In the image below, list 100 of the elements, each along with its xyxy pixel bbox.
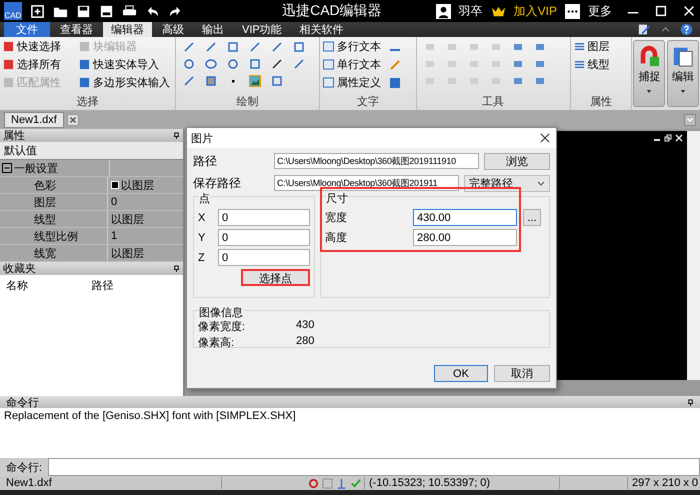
magnet-icon: [638, 45, 660, 67]
command-input[interactable]: [48, 458, 700, 476]
coordinate-field[interactable]: 0: [218, 229, 310, 246]
close-icon[interactable]: [540, 133, 550, 143]
rectangle-icon[interactable]: [270, 75, 283, 87]
tool-icon[interactable]: [512, 41, 524, 53]
ribbon-button[interactable]: 多边形实体输入: [79, 75, 171, 90]
ribbon-button[interactable]: 线型: [574, 57, 628, 72]
pin-icon[interactable]: [173, 265, 180, 272]
ribbon-button[interactable]: 选择所有: [3, 57, 79, 72]
text-icon: [323, 41, 334, 52]
coordinate-field[interactable]: 0: [218, 249, 310, 266]
chevron-icon[interactable]: [684, 114, 696, 126]
height-field[interactable]: 280.00: [413, 229, 517, 246]
pick-point-button[interactable]: 选择点: [241, 269, 310, 286]
ribbon-button[interactable]: 快速实体导入: [79, 57, 171, 72]
circle-icon[interactable]: [182, 58, 195, 70]
app-logo: CAD: [4, 2, 22, 20]
ribbon-large-button[interactable]: 编辑: [667, 40, 699, 107]
field-label: 宽度: [325, 210, 348, 225]
ribbon-large-button[interactable]: 捕捉: [633, 40, 666, 107]
line-icon[interactable]: [270, 41, 283, 53]
path-field[interactable]: C:\Users\Mloong\Desktop\360截图2019111910: [274, 153, 479, 169]
ribbon-button[interactable]: 快速选择: [3, 39, 79, 54]
pin-icon[interactable]: [687, 398, 694, 406]
browse-button[interactable]: 浏览: [484, 152, 550, 170]
vip-link[interactable]: 加入VIP: [514, 2, 557, 20]
ribbon-tab[interactable]: 查看器: [52, 22, 101, 37]
width-field[interactable]: 430.00: [413, 209, 517, 226]
more-link[interactable]: 更多: [588, 2, 612, 20]
line-icon[interactable]: [248, 41, 261, 53]
info-label: 像素宽度:: [198, 320, 246, 334]
ok-button[interactable]: OK: [434, 365, 488, 382]
pin-icon[interactable]: [173, 132, 180, 139]
ribbon-tab[interactable]: VIP功能: [234, 22, 290, 37]
text-icon: [323, 59, 334, 70]
collapse-icon[interactable]: [2, 163, 12, 173]
ribbon-tab[interactable]: 输出: [194, 22, 232, 37]
tool-icon[interactable]: [534, 58, 546, 70]
rectangle-icon[interactable]: [248, 58, 261, 70]
cancel-button[interactable]: 取消: [494, 365, 550, 382]
circle-icon[interactable]: [204, 58, 217, 70]
coordinate-field[interactable]: 0: [218, 209, 310, 226]
new-file-icon[interactable]: [30, 4, 45, 18]
preset-dropdown[interactable]: 默认值: [0, 142, 183, 159]
section-header[interactable]: 一般设置: [0, 160, 110, 176]
restore-icon[interactable]: [664, 134, 672, 142]
field-label: Y: [198, 232, 206, 244]
ribbon-button[interactable]: 属性定义: [323, 75, 382, 90]
help-icon[interactable]: [680, 23, 693, 36]
tool-icon[interactable]: [512, 75, 524, 87]
field-label: Z: [198, 252, 206, 264]
maximize-icon[interactable]: [654, 4, 668, 18]
property-value[interactable]: 以图层: [108, 245, 183, 261]
property-name: 图层: [0, 194, 108, 210]
property-value[interactable]: 以图层: [108, 177, 183, 193]
column-header[interactable]: 名称: [6, 278, 92, 293]
vertical-scrollbar[interactable]: [687, 131, 700, 380]
tool-icon[interactable]: [534, 41, 546, 53]
rectangle-icon[interactable]: [226, 41, 239, 53]
document-tab[interactable]: New1.dxf: [4, 112, 64, 128]
layers-icon: [574, 59, 585, 70]
ribbon-tab[interactable]: 相关软件: [292, 22, 352, 37]
print-icon[interactable]: [122, 4, 137, 18]
line-icon[interactable]: [204, 41, 217, 53]
ribbon-button[interactable]: 图层: [574, 39, 628, 54]
field-label: 高度: [325, 230, 348, 245]
more-icon[interactable]: [565, 4, 580, 18]
column-header[interactable]: 路径: [92, 278, 177, 293]
ortho-icon[interactable]: [336, 478, 347, 488]
save-as-icon[interactable]: [99, 4, 114, 18]
ribbon-button[interactable]: 单行文本: [323, 57, 382, 72]
ribbon-tab[interactable]: 编辑器: [103, 22, 152, 37]
grid-icon[interactable]: [322, 478, 333, 488]
file-menu[interactable]: 文件: [4, 22, 50, 37]
property-value[interactable]: 以图层: [108, 211, 183, 227]
more-button[interactable]: ...: [523, 209, 541, 226]
group-title: 图像信息: [199, 305, 243, 320]
property-value[interactable]: 1: [108, 228, 183, 244]
line-icon[interactable]: [182, 41, 195, 53]
picture-icon[interactable]: [248, 75, 261, 87]
user-name[interactable]: 羽卒: [458, 2, 483, 20]
rectangle-icon[interactable]: [292, 41, 305, 53]
circle-icon[interactable]: [226, 58, 239, 70]
ribbon-button[interactable]: 多行文本: [323, 39, 382, 54]
property-value[interactable]: 0: [108, 194, 183, 210]
tool-icon[interactable]: [534, 75, 546, 87]
property-name: 线型比例: [0, 228, 108, 244]
save-path-field[interactable]: C:\Users\Mloong\Desktop\360截图201911: [274, 175, 459, 191]
command-prompt: 命令行:: [5, 460, 44, 476]
field-label: X: [198, 212, 206, 224]
check-icon[interactable]: [350, 478, 361, 488]
pen-icon[interactable]: [638, 23, 651, 36]
save-icon[interactable]: [76, 4, 91, 18]
snap-icon[interactable]: [308, 478, 319, 488]
ribbon-tab[interactable]: 高级: [154, 22, 192, 37]
rectangle-icon[interactable]: [204, 75, 217, 87]
line-icon[interactable]: [270, 58, 283, 70]
tool-icon[interactable]: [512, 58, 524, 70]
user-icon[interactable]: [436, 4, 451, 18]
